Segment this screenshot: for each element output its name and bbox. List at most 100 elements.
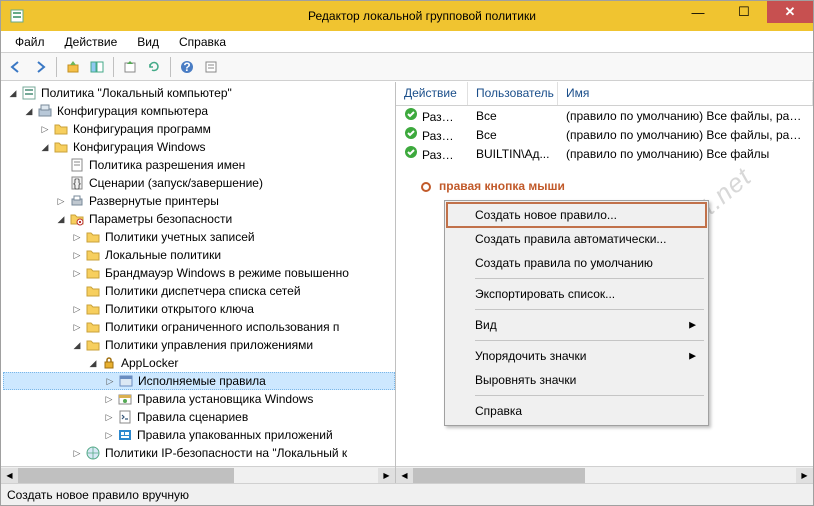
context-menu-item[interactable]: Упорядочить значки▶ — [447, 344, 706, 368]
scroll-thumb[interactable] — [18, 468, 234, 483]
context-menu-item[interactable]: Вид▶ — [447, 313, 706, 337]
list-hscrollbar[interactable]: ◀ ▶ — [396, 466, 813, 483]
menu-help[interactable]: Справка — [169, 32, 236, 52]
up-button[interactable] — [62, 56, 84, 78]
maximize-button[interactable]: ☐ — [721, 1, 767, 23]
list-row[interactable]: Разре...Все(правило по умолчанию) Все фа… — [396, 125, 813, 144]
tree-node[interactable]: ◢Конфигурация Windows — [3, 138, 395, 156]
forward-button[interactable] — [29, 56, 51, 78]
tree-node[interactable]: ▷ Брандмауэр Windows в режиме повышенно — [3, 264, 395, 282]
context-menu-item[interactable]: Создать новое правило... — [447, 203, 706, 227]
status-bar: Создать новое правило вручную — [1, 483, 813, 505]
refresh-button[interactable] — [143, 56, 165, 78]
context-menu-item[interactable]: Выровнять значки — [447, 368, 706, 392]
security-icon — [69, 211, 85, 227]
scroll-left-button[interactable]: ◀ — [396, 468, 413, 483]
minimize-button[interactable]: — — [675, 1, 721, 23]
column-user[interactable]: Пользователь — [468, 82, 558, 105]
expand-icon[interactable]: ▷ — [71, 249, 83, 261]
list-row[interactable]: Разре...BUILTIN\Ад...(правило по умолчан… — [396, 144, 813, 163]
folder-icon — [53, 121, 69, 137]
tree-node[interactable]: ▷Политики учетных записей — [3, 228, 395, 246]
context-menu-item[interactable]: Создать правила по умолчанию — [447, 251, 706, 275]
tree-node-label: Брандмауэр Windows в режиме повышенно — [105, 266, 349, 280]
collapse-icon[interactable]: ◢ — [55, 213, 67, 225]
context-menu-item[interactable]: Создать правила автоматически... — [447, 227, 706, 251]
show-hide-tree-button[interactable] — [86, 56, 108, 78]
expand-icon[interactable]: ▷ — [104, 375, 116, 387]
tree-node[interactable]: ◢Политики управления приложениями — [3, 336, 395, 354]
scroll-right-button[interactable]: ▶ — [378, 468, 395, 483]
column-action[interactable]: Действие — [396, 82, 468, 105]
context-menu-item-label: Справка — [475, 404, 522, 418]
menu-action[interactable]: Действие — [55, 32, 128, 52]
properties-button[interactable] — [200, 56, 222, 78]
expand-icon[interactable]: ▷ — [71, 267, 83, 279]
tree-node-label: Локальные политики — [105, 248, 221, 262]
cell-user: Все — [468, 109, 558, 123]
expand-icon[interactable]: ▷ — [71, 321, 83, 333]
close-button[interactable]: ✕ — [767, 1, 813, 23]
allow-icon — [404, 107, 418, 121]
expand-icon[interactable]: ▷ — [39, 123, 51, 135]
help-button[interactable]: ? — [176, 56, 198, 78]
exe-icon — [118, 373, 134, 389]
export-button[interactable] — [119, 56, 141, 78]
tree-node[interactable]: ▷{}Сценарии (запуск/завершение) — [3, 174, 395, 192]
context-menu-item[interactable]: Справка — [447, 399, 706, 423]
tree-node[interactable]: ◢Параметры безопасности — [3, 210, 395, 228]
svg-text:{}: {} — [73, 176, 81, 190]
policy-icon — [69, 157, 85, 173]
tree-node[interactable]: ▷Политика разрешения имен — [3, 156, 395, 174]
folder-icon — [85, 319, 101, 335]
expand-icon[interactable]: ▷ — [103, 411, 115, 423]
context-menu[interactable]: Создать новое правило...Создать правила … — [444, 200, 709, 426]
scroll-track[interactable] — [18, 468, 378, 483]
cell-name: (правило по умолчанию) Все файлы, распол… — [558, 128, 813, 142]
collapse-icon[interactable]: ◢ — [39, 141, 51, 153]
tree-node[interactable]: ▷ Политики ограниченного использования п — [3, 318, 395, 336]
collapse-icon[interactable]: ◢ — [71, 339, 83, 351]
collapse-icon[interactable]: ◢ — [23, 105, 35, 117]
tree-node[interactable]: ▷Исполняемые правила — [3, 372, 395, 390]
collapse-icon[interactable]: ◢ — [7, 87, 19, 99]
expand-icon[interactable]: ▷ — [103, 429, 115, 441]
tree-node[interactable]: ◢AppLocker — [3, 354, 395, 372]
tree-node[interactable]: ▷Правила упакованных приложений — [3, 426, 395, 444]
context-menu-item-label: Упорядочить значки — [475, 349, 587, 363]
menu-file[interactable]: Файл — [5, 32, 55, 52]
scroll-left-button[interactable]: ◀ — [1, 468, 18, 483]
tree-node[interactable]: ▷Развернутые принтеры — [3, 192, 395, 210]
tree-node[interactable]: ▷Политики диспетчера списка сетей — [3, 282, 395, 300]
tree-view[interactable]: ◢Политика "Локальный компьютер"◢Конфигур… — [1, 82, 395, 466]
tree-node[interactable]: ▷Конфигурация программ — [3, 120, 395, 138]
back-button[interactable] — [5, 56, 27, 78]
tree-node[interactable]: ◢Конфигурация компьютера — [3, 102, 395, 120]
scroll-right-button[interactable]: ▶ — [796, 468, 813, 483]
tree-node[interactable]: ▷Правила установщика Windows — [3, 390, 395, 408]
list-body[interactable]: Разре...Все(правило по умолчанию) Все фа… — [396, 106, 813, 466]
expand-icon[interactable]: ▷ — [71, 447, 83, 459]
tree-node[interactable]: ▷Правила сценариев — [3, 408, 395, 426]
tree-node[interactable]: ▷Политики IP-безопасности на "Локальный … — [3, 444, 395, 462]
expand-icon[interactable]: ▷ — [55, 195, 67, 207]
tree-node-label: Политики открытого ключа — [105, 302, 254, 316]
expand-icon[interactable]: ▷ — [71, 303, 83, 315]
list-row[interactable]: Разре...Все(правило по умолчанию) Все фа… — [396, 106, 813, 125]
tree-node[interactable]: ▷ Локальные политики — [3, 246, 395, 264]
annotation-label: правая кнопка мыши — [421, 178, 565, 193]
context-menu-item[interactable]: Экспортировать список... — [447, 282, 706, 306]
expand-icon[interactable]: ▷ — [103, 393, 115, 405]
column-name[interactable]: Имя — [558, 82, 813, 105]
scroll-track[interactable] — [413, 468, 796, 483]
svg-text:?: ? — [183, 60, 190, 74]
tree-node[interactable]: ◢Политика "Локальный компьютер" — [3, 84, 395, 102]
collapse-icon[interactable]: ◢ — [87, 357, 99, 369]
scroll-thumb[interactable] — [413, 468, 585, 483]
expand-icon[interactable]: ▷ — [71, 231, 83, 243]
tree-node[interactable]: ▷ Политики открытого ключа — [3, 300, 395, 318]
tree-node-label: Политики ограниченного использования п — [105, 320, 339, 334]
tree-hscrollbar[interactable]: ◀ ▶ — [1, 466, 395, 483]
menu-view[interactable]: Вид — [127, 32, 169, 52]
applock-icon — [101, 355, 117, 371]
